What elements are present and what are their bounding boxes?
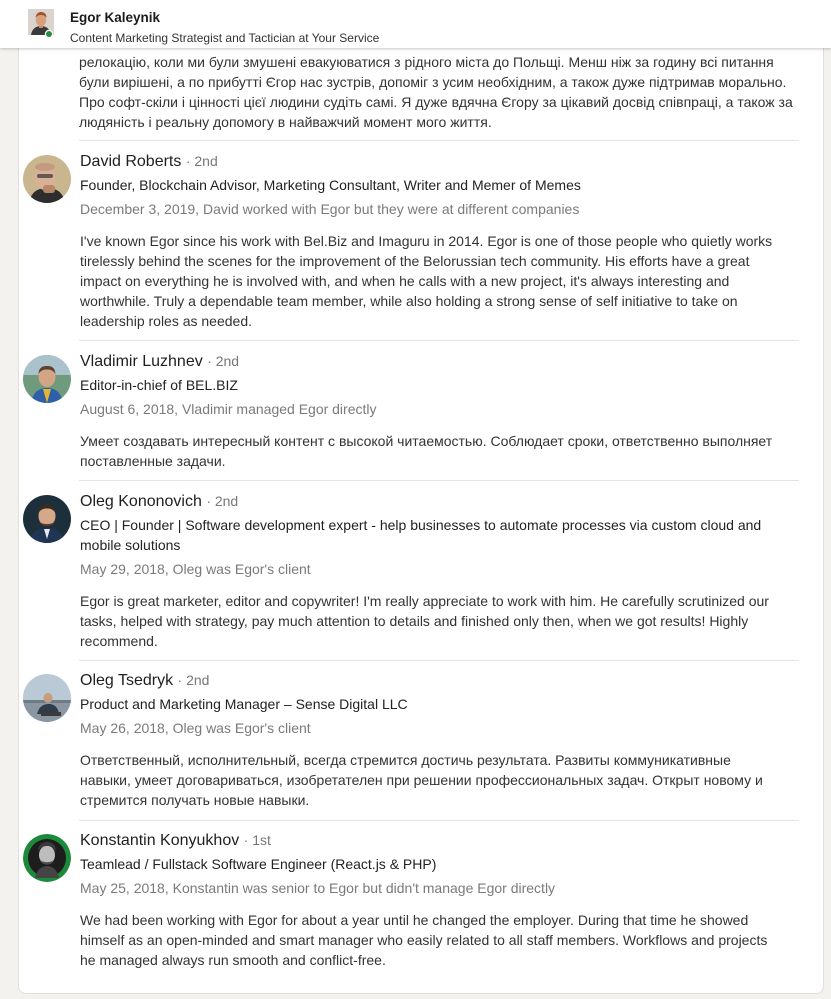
recommender-title: Teamlead / Fullstack Software Engineer (… xyxy=(80,856,437,872)
recommendation-text: Умеет создавать интересный контент с выс… xyxy=(80,433,773,469)
profile-name[interactable]: Egor Kaleynik xyxy=(70,10,160,25)
connection-degree: · 2nd xyxy=(185,153,218,169)
profile-headline: Content Marketing Strategist and Tactici… xyxy=(70,31,380,45)
sticky-profile-header: Egor Kaleynik Content Marketing Strategi… xyxy=(0,0,831,48)
recommendation-relationship: August 6, 2018, Vladimir managed Egor di… xyxy=(80,401,377,417)
connection-degree: · 2nd xyxy=(207,353,240,369)
recommender-title: CEO | Founder | Software development exp… xyxy=(80,517,762,553)
divider xyxy=(79,140,799,141)
divider xyxy=(79,480,799,481)
divider xyxy=(79,820,799,821)
recommender-name[interactable]: Oleg Kononovich · 2nd xyxy=(80,493,238,511)
recommender-title: Editor-in-chief of BEL.BIZ xyxy=(80,377,238,393)
recommender-avatar[interactable] xyxy=(23,674,71,722)
online-status-icon xyxy=(46,31,52,37)
recommender-name[interactable]: Vladimir Luzhnev · 2nd xyxy=(80,353,239,371)
recommendation-relationship: May 26, 2018, Oleg was Egor's client xyxy=(80,720,311,736)
recommender-name[interactable]: David Roberts · 2nd xyxy=(80,153,218,171)
recommender-avatar[interactable] xyxy=(23,155,71,203)
connection-degree: · 2nd xyxy=(177,672,210,688)
recommendation-text: We had been working with Egor for about … xyxy=(80,912,768,968)
recommendation-text: I've known Egor since his work with Bel.… xyxy=(80,233,773,329)
recommender-name[interactable]: Oleg Tsedryk · 2nd xyxy=(80,672,209,690)
connection-degree: · 1st xyxy=(243,832,271,848)
recommendation-text-partial: релокацію, коли ми були змушені евакуюва… xyxy=(79,54,793,130)
recommender-avatar[interactable] xyxy=(23,355,71,403)
recommendation-relationship: December 3, 2019, David worked with Egor… xyxy=(80,201,580,217)
recommender-avatar[interactable] xyxy=(23,834,71,882)
recommendation-text: Ответственный, исполнительный, всегда ст… xyxy=(80,752,763,808)
recommender-title: Founder, Blockchain Advisor, Marketing C… xyxy=(80,177,581,193)
recommendation-text: Egor is great marketer, editor and copyw… xyxy=(80,593,769,649)
divider xyxy=(79,660,799,661)
profile-avatar[interactable] xyxy=(28,9,54,39)
recommender-title: Product and Marketing Manager – Sense Di… xyxy=(80,696,408,712)
recommendation-relationship: May 25, 2018, Konstantin was senior to E… xyxy=(80,880,556,896)
recommender-name[interactable]: Konstantin Konyukhov · 1st xyxy=(80,832,271,850)
recommender-avatar[interactable] xyxy=(23,495,71,543)
connection-degree: · 2nd xyxy=(206,493,239,509)
divider xyxy=(79,340,799,341)
recommendation-relationship: May 29, 2018, Oleg was Egor's client xyxy=(80,561,311,577)
